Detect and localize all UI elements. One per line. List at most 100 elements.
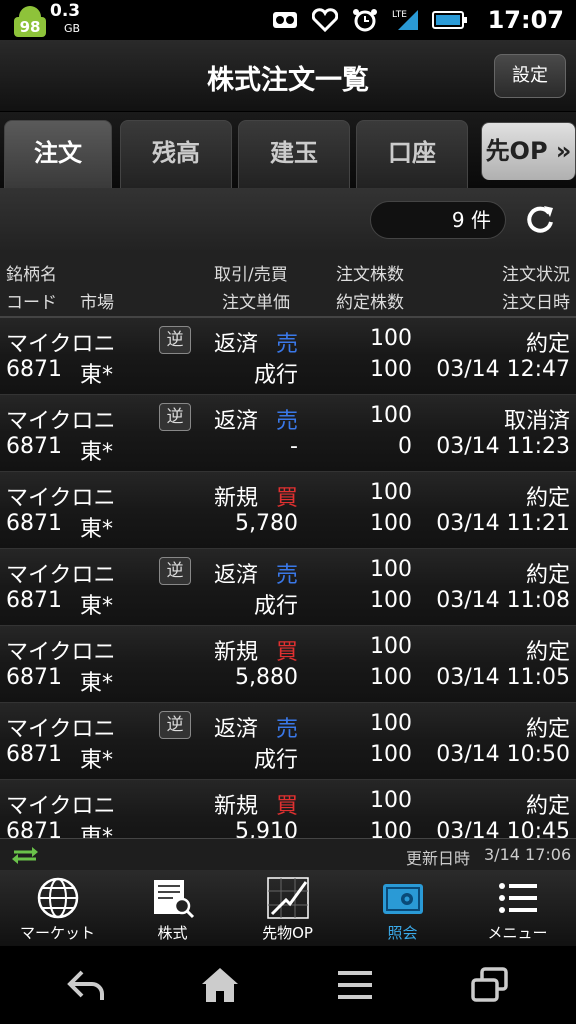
order-datetime: 03/14 11:08 xyxy=(436,588,570,613)
stock-name: マイクロニ xyxy=(6,794,116,819)
tab-holdings[interactable]: 残高 xyxy=(120,120,232,188)
stock-code: 6871 xyxy=(6,357,62,382)
stock-name: マイクロニ xyxy=(6,486,116,511)
filled-qty: 0 xyxy=(398,434,412,459)
nav-menu[interactable]: メニュー xyxy=(460,870,575,946)
reverse-order-badge: 逆 xyxy=(159,557,191,585)
reverse-order-badge: 逆 xyxy=(159,711,191,739)
alarm-icon xyxy=(352,8,378,32)
col-status: 注文状況 xyxy=(502,265,570,285)
stock-code: 6871 xyxy=(6,742,62,767)
stock-name: マイクロニ xyxy=(6,717,116,742)
col-name: 銘柄名 xyxy=(6,265,57,285)
order-qty: 100 xyxy=(370,711,412,736)
status-bar: 98 0.3 GB LTE 17:07 xyxy=(0,0,576,40)
settings-button[interactable]: 設定 xyxy=(494,54,566,98)
tab-orders[interactable]: 注文 xyxy=(4,120,112,188)
stock-name: マイクロニ xyxy=(6,640,116,665)
order-datetime: 03/14 12:47 xyxy=(436,357,570,382)
filled-qty: 100 xyxy=(370,819,412,838)
data-usage-unit: GB xyxy=(64,22,81,35)
order-qty: 100 xyxy=(370,326,412,351)
page-title: 株式注文一覧 xyxy=(207,65,369,96)
data-usage: 0.3 GB xyxy=(50,2,80,38)
battery-icon xyxy=(431,8,468,32)
order-qty: 100 xyxy=(370,557,412,582)
tab-bar: 注文 残高 建玉 口座 先OP » xyxy=(0,112,576,188)
order-qty: 100 xyxy=(370,634,412,659)
trade-type: 返済 xyxy=(214,409,259,434)
filled-qty: 100 xyxy=(370,357,412,382)
nav-market[interactable]: マーケット xyxy=(0,870,115,946)
stock-name: マイクロニ xyxy=(6,563,116,588)
futures-chart-icon xyxy=(266,876,310,920)
trade-type: 新規 xyxy=(214,486,259,511)
column-header: 銘柄名 取引/売買 注文株数 注文状況 コード 市場 注文単価 約定株数 注文日… xyxy=(0,252,576,318)
order-datetime: 03/14 11:05 xyxy=(436,665,570,690)
table-row[interactable]: マイクロニ 返済売 100 取消済 6871 東* - 0 03/14 11:23 逆 xyxy=(0,395,576,472)
market: 東* xyxy=(80,748,114,773)
table-row[interactable]: マイクロニ 新規買 100 約定 6871 東* 5,910 100 03/14 10:45 xyxy=(0,780,576,838)
nav-market-label: マーケット xyxy=(19,924,95,942)
trade-type: 返済 xyxy=(214,717,259,742)
menu-list-icon xyxy=(496,876,540,920)
nav-menu-label: メニュー xyxy=(487,924,548,942)
lte-signal-icon: LTE xyxy=(392,8,418,32)
order-qty: 100 xyxy=(370,480,412,505)
side: 売 xyxy=(276,717,299,742)
sync-arrows-icon[interactable] xyxy=(12,845,38,865)
table-row[interactable]: マイクロニ 返済売 100 約定 6871 東* 成行 100 03/14 12:47 逆 xyxy=(0,318,576,395)
app-header: 株式注文一覧 設定 xyxy=(0,40,576,112)
order-price: 5,880 xyxy=(235,665,298,690)
trade-type: 新規 xyxy=(214,640,259,665)
table-row[interactable]: マイクロニ 返済売 100 約定 6871 東* 成行 100 03/14 10:50 逆 xyxy=(0,703,576,780)
order-price: 成行 xyxy=(253,363,298,388)
order-datetime: 03/14 11:21 xyxy=(436,511,570,536)
side: 買 xyxy=(276,486,299,511)
market: 東* xyxy=(80,594,114,619)
table-row[interactable]: マイクロニ 返済売 100 約定 6871 東* 成行 100 03/14 11:08 逆 xyxy=(0,549,576,626)
count-bar: 9 件 xyxy=(0,188,576,252)
order-status: 約定 xyxy=(525,794,570,819)
table-row[interactable]: マイクロニ 新規買 100 約定 6871 東* 5,780 100 03/14 11:21 xyxy=(0,472,576,549)
filled-qty: 100 xyxy=(370,665,412,690)
stock-code: 6871 xyxy=(6,588,62,613)
menu-icon[interactable] xyxy=(336,966,376,1004)
voicemail-icon xyxy=(272,8,298,32)
tab-account[interactable]: 口座 xyxy=(356,120,468,188)
data-usage-amount: 0.3 xyxy=(50,1,81,21)
nav-futures[interactable]: 先物OP xyxy=(230,870,345,946)
home-icon[interactable] xyxy=(200,966,240,1004)
tab-positions[interactable]: 建玉 xyxy=(238,120,350,188)
order-datetime: 03/14 10:50 xyxy=(436,742,570,767)
stock-name: マイクロニ xyxy=(6,332,116,357)
filled-qty: 100 xyxy=(370,511,412,536)
trade-type: 新規 xyxy=(214,794,259,819)
market: 東* xyxy=(80,440,114,465)
safe-icon xyxy=(381,876,425,920)
recent-apps-icon[interactable] xyxy=(470,966,510,1004)
filled-qty: 100 xyxy=(370,588,412,613)
order-list: マイクロニ 返済売 100 約定 6871 東* 成行 100 03/14 12:47 逆マイクロ… xyxy=(0,318,576,838)
heart-status-icon xyxy=(311,8,338,33)
refresh-icon[interactable] xyxy=(522,202,558,238)
android-notification-icon: 98 xyxy=(10,5,46,37)
order-price: - xyxy=(290,434,298,459)
nav-stock[interactable]: 株式 xyxy=(115,870,230,946)
nav-inquiry[interactable]: 照会 xyxy=(345,870,460,946)
order-status: 約定 xyxy=(525,332,570,357)
stock-code: 6871 xyxy=(6,665,62,690)
back-icon[interactable] xyxy=(66,966,106,1004)
col-order-qty: 注文株数 xyxy=(336,265,404,285)
col-price: 注文単価 xyxy=(222,293,290,313)
tab-futures-options[interactable]: 先OP » xyxy=(481,122,576,180)
system-nav-bar xyxy=(0,946,576,1024)
order-qty: 100 xyxy=(370,788,412,813)
order-status: 約定 xyxy=(525,640,570,665)
globe-icon xyxy=(36,876,80,920)
stock-code: 6871 xyxy=(6,511,62,536)
col-trade: 取引/売買 xyxy=(214,265,288,285)
table-row[interactable]: マイクロニ 新規買 100 約定 6871 東* 5,880 100 03/14 11:05 xyxy=(0,626,576,703)
trade-type: 返済 xyxy=(214,332,259,357)
stock-name: マイクロニ xyxy=(6,409,116,434)
